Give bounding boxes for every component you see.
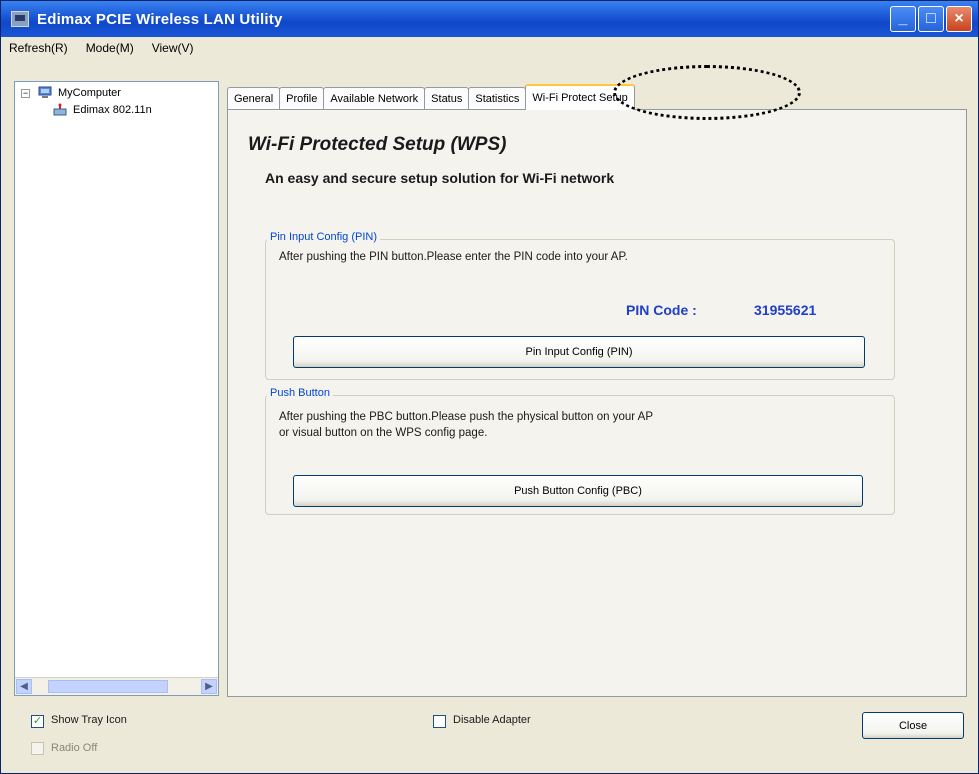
title-bar[interactable]: Edimax PCIE Wireless LAN Utility _ □ × [1, 1, 978, 37]
window-title: Edimax PCIE Wireless LAN Utility [37, 10, 283, 28]
scroll-thumb[interactable] [48, 680, 168, 693]
tab-available-network[interactable]: Available Network [323, 87, 426, 110]
menu-bar: Refresh(R) Mode(M) View(V) [1, 37, 978, 59]
computer-icon [38, 86, 52, 98]
main-window: Edimax PCIE Wireless LAN Utility _ □ × R… [0, 0, 979, 774]
disable-adapter-label: Disable Adapter [453, 714, 531, 726]
disable-adapter-checkbox[interactable] [433, 715, 446, 728]
tab-strip: General Profile Available Network Status… [227, 82, 635, 110]
wps-title: Wi-Fi Protected Setup (WPS) [248, 134, 507, 155]
minimize-button[interactable]: _ [890, 6, 916, 32]
app-icon [11, 11, 29, 27]
pin-description: After pushing the PIN button.Please ente… [279, 251, 628, 263]
collapse-icon[interactable]: − [21, 88, 30, 98]
scroll-right-icon[interactable]: ▶ [201, 679, 217, 694]
scroll-left-icon[interactable]: ◀ [16, 679, 32, 694]
tree-child-label: Edimax 802.11n [73, 104, 152, 116]
maximize-button[interactable]: □ [918, 6, 944, 32]
pbc-group-legend: Push Button [267, 387, 333, 399]
pin-group-legend: Pin Input Config (PIN) [267, 231, 380, 243]
tree-horizontal-scrollbar[interactable]: ◀ ▶ [15, 677, 218, 695]
tab-general[interactable]: General [227, 87, 281, 110]
show-tray-icon-checkbox[interactable]: ✓ [31, 715, 44, 728]
tab-wifi-protect-setup[interactable]: Wi-Fi Protect Setup [525, 84, 635, 110]
network-adapter-icon [53, 103, 67, 116]
pbc-config-button[interactable]: Push Button Config (PBC) [293, 475, 863, 507]
menu-mode[interactable]: Mode(M) [78, 41, 144, 55]
radio-off-checkbox[interactable] [31, 742, 44, 755]
menu-view[interactable]: View(V) [144, 41, 204, 55]
tab-profile[interactable]: Profile [279, 87, 325, 110]
pin-code-value: 31955621 [754, 302, 817, 318]
tab-status[interactable]: Status [424, 87, 470, 110]
tree-root[interactable]: − MyComputer [21, 86, 121, 100]
checkmark-icon: ✓ [32, 715, 43, 727]
close-window-button[interactable]: × [946, 6, 972, 32]
close-button[interactable]: Close [862, 712, 964, 739]
pbc-description-line2: or visual button on the WPS config page. [279, 427, 488, 439]
window-controls: _ □ × [890, 6, 972, 32]
wps-subtitle: An easy and secure setup solution for Wi… [265, 170, 615, 186]
radio-off-label: Radio Off [51, 742, 98, 754]
pin-code-label: PIN Code : [626, 302, 697, 318]
tree-child-adapter[interactable]: Edimax 802.11n [53, 103, 152, 117]
device-tree[interactable]: − MyComputer Edimax 802.11n ◀ ▶ [14, 81, 219, 696]
tree-root-label: MyComputer [58, 87, 121, 99]
menu-refresh[interactable]: Refresh(R) [1, 41, 78, 55]
tab-statistics[interactable]: Statistics [468, 87, 527, 110]
pbc-description-line1: After pushing the PBC button.Please push… [279, 411, 653, 423]
pin-config-button[interactable]: Pin Input Config (PIN) [293, 336, 865, 368]
show-tray-icon-label: Show Tray Icon [51, 714, 127, 726]
